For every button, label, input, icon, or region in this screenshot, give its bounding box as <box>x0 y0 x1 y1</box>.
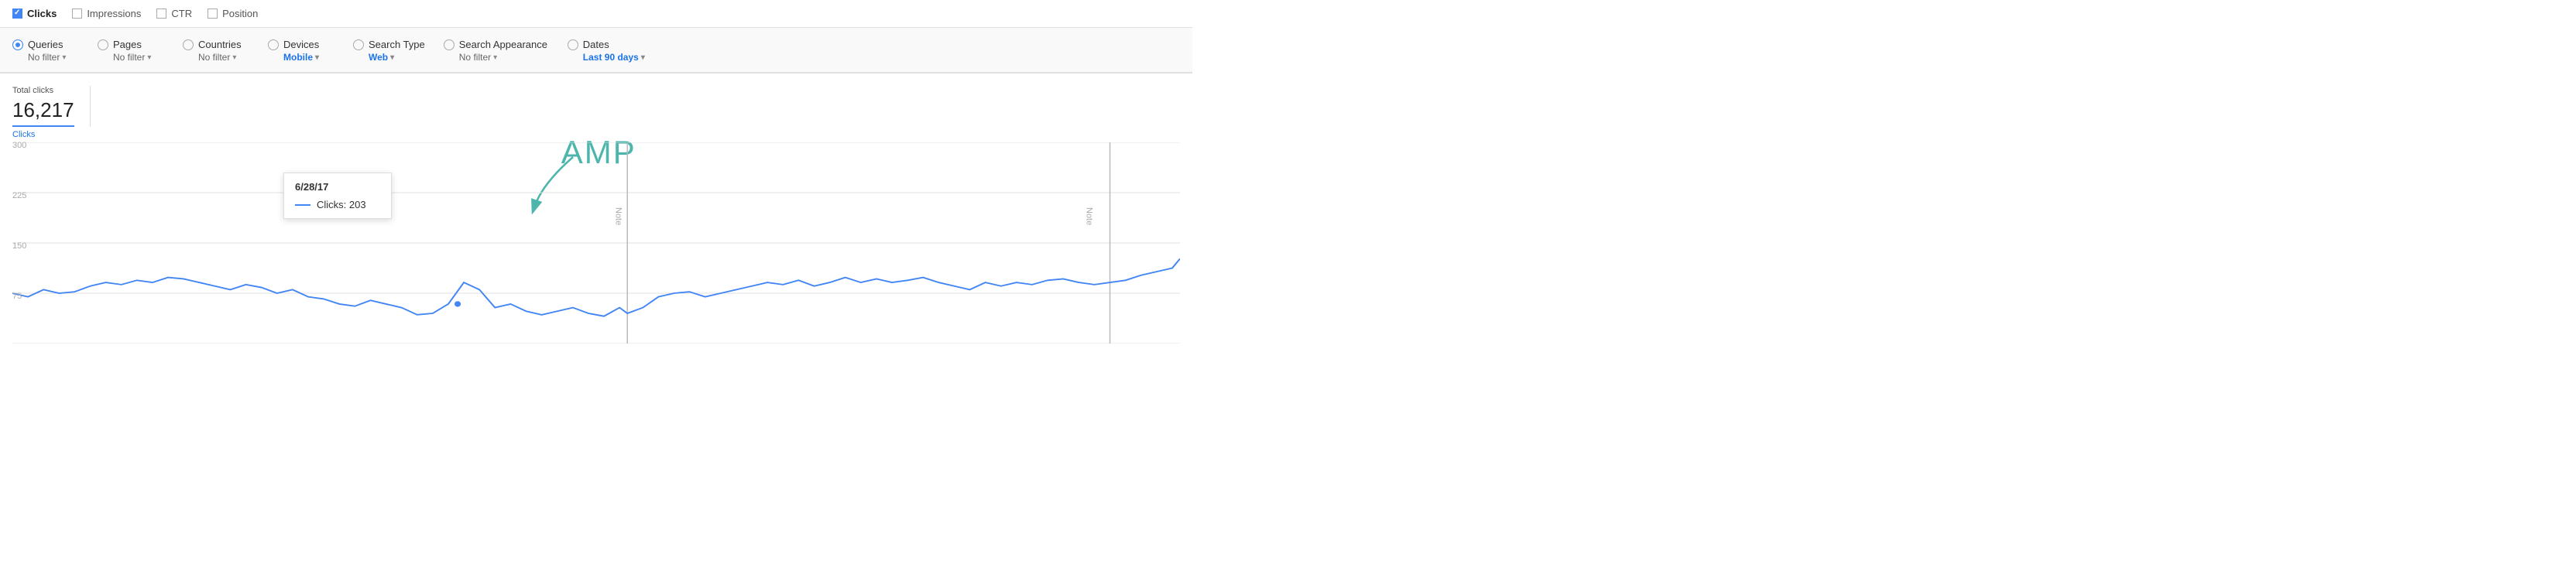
filter-dates[interactable]: Dates Last 90 days ▾ <box>568 36 664 66</box>
queries-radio[interactable] <box>12 39 23 50</box>
metric-clicks[interactable]: Clicks <box>12 8 57 19</box>
filter-devices[interactable]: Devices Mobile ▾ <box>268 36 353 66</box>
pages-label: Pages <box>113 39 142 50</box>
countries-sub: No filter <box>198 52 230 63</box>
search-appearance-label: Search Appearance <box>459 39 547 50</box>
tooltip-box: 6/28/17 Clicks: 203 <box>283 173 392 219</box>
position-label: Position <box>222 8 258 19</box>
stat-info: Total clicks 16,217 <box>12 86 91 127</box>
clicks-label: Clicks <box>27 8 57 19</box>
metric-impressions[interactable]: Impressions <box>72 8 141 19</box>
countries-chevron: ▾ <box>232 53 236 62</box>
filter-queries[interactable]: Queries No filter ▾ <box>12 36 98 66</box>
countries-radio[interactable] <box>183 39 194 50</box>
tooltip-metric-value: Clicks: 203 <box>317 199 366 210</box>
search-appearance-radio[interactable] <box>444 39 454 50</box>
filter-countries[interactable]: Countries No filter ▾ <box>183 36 268 66</box>
pages-sub: No filter <box>113 52 145 63</box>
chart-svg <box>12 142 1180 344</box>
search-type-radio[interactable] <box>353 39 364 50</box>
pages-radio[interactable] <box>98 39 108 50</box>
stat-value: 16,217 <box>12 98 74 122</box>
impressions-label: Impressions <box>87 8 141 19</box>
pages-chevron: ▾ <box>147 53 151 62</box>
clicks-checkbox[interactable] <box>12 9 22 19</box>
stat-title: Total clicks <box>12 86 74 95</box>
search-appearance-sub: No filter <box>459 52 491 63</box>
filter-row: Queries No filter ▾ Pages No filter ▾ Co… <box>0 28 1192 74</box>
tooltip-line-icon <box>295 204 310 206</box>
dates-label: Dates <box>583 39 609 50</box>
note-label-2: Note <box>1084 207 1093 225</box>
dates-sub: Last 90 days <box>583 52 639 63</box>
devices-label: Devices <box>283 39 319 50</box>
tooltip-date: 6/28/17 <box>295 181 380 193</box>
filter-pages[interactable]: Pages No filter ▾ <box>98 36 183 66</box>
metrics-bar: Clicks Impressions CTR Position <box>0 0 1192 28</box>
chart-section: Total clicks 16,217 Clicks AMP <box>0 74 1192 362</box>
note-label-1: Note <box>614 207 623 225</box>
position-checkbox[interactable] <box>208 9 218 19</box>
countries-label: Countries <box>198 39 242 50</box>
search-type-label: Search Type <box>369 39 425 50</box>
queries-sub: No filter <box>28 52 60 63</box>
queries-label: Queries <box>28 39 63 50</box>
search-type-sub: Web <box>369 52 388 63</box>
stat-underline <box>12 125 74 127</box>
tooltip-row: Clicks: 203 <box>295 199 380 210</box>
search-type-chevron: ▾ <box>390 53 394 62</box>
ctr-checkbox[interactable] <box>156 9 166 19</box>
devices-sub: Mobile <box>283 52 313 63</box>
metric-ctr[interactable]: CTR <box>156 8 192 19</box>
devices-radio[interactable] <box>268 39 279 50</box>
clicks-axis-label: Clicks <box>12 130 35 139</box>
search-appearance-chevron: ▾ <box>493 53 497 62</box>
queries-chevron: ▾ <box>62 53 66 62</box>
impressions-checkbox[interactable] <box>72 9 82 19</box>
filter-search-type[interactable]: Search Type Web ▾ <box>353 36 444 66</box>
dates-chevron: ▾ <box>641 53 645 62</box>
filter-search-appearance[interactable]: Search Appearance No filter ▾ <box>444 36 568 66</box>
devices-chevron: ▾ <box>315 53 319 62</box>
ctr-label: CTR <box>171 8 192 19</box>
metric-position[interactable]: Position <box>208 8 258 19</box>
dates-radio[interactable] <box>568 39 578 50</box>
stat-block: Total clicks 16,217 <box>12 86 1180 127</box>
